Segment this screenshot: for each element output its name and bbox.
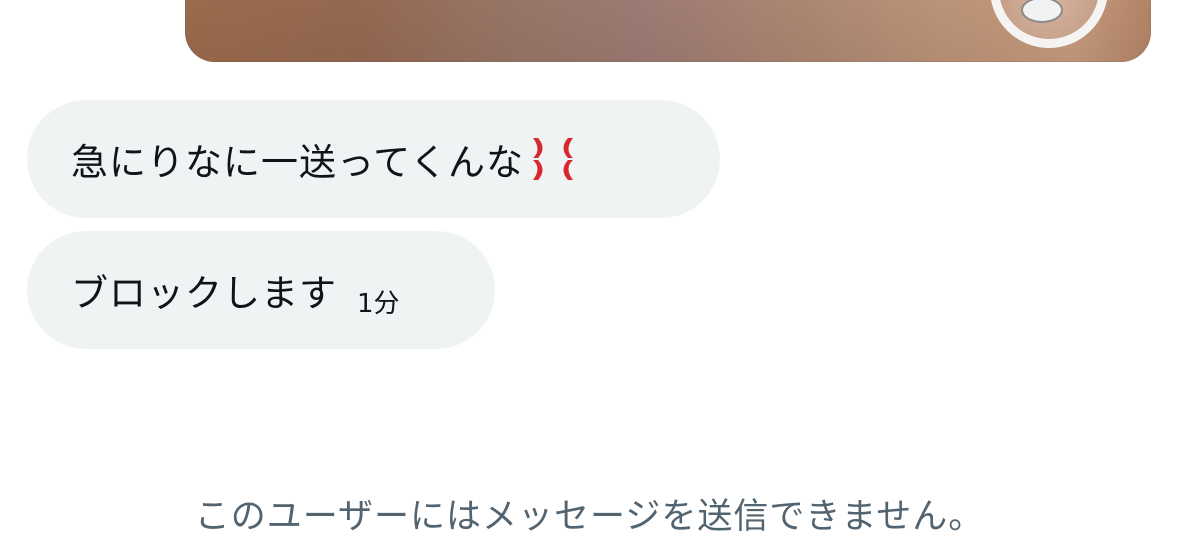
- message-text: 急にりなに一送ってくんな: [71, 141, 525, 184]
- message-text: ブロックします: [71, 272, 337, 315]
- message-timestamp: 1分: [357, 288, 400, 319]
- received-message-bubble[interactable]: ブロックします 1分: [27, 231, 495, 349]
- cannot-message-notice: このユーザーにはメッセージを送信できません。: [194, 497, 985, 537]
- received-message-bubble[interactable]: 急にりなに一送ってくんな: [27, 100, 720, 218]
- dm-conversation: 急にりなに一送ってくんな ブロックします 1分 このユーザーにはメッセージを送信…: [0, 0, 1179, 549]
- speech-bubble-icon: [1021, 0, 1063, 23]
- anger-icon: [528, 134, 578, 184]
